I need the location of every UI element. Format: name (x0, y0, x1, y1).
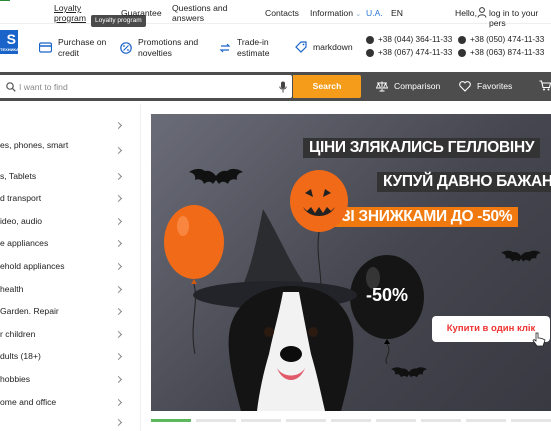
credit-card-icon (39, 42, 52, 53)
pager-dot[interactable] (376, 419, 416, 422)
nav-loyalty-program[interactable]: Loyalty program (54, 3, 86, 23)
tag-icon (295, 41, 307, 53)
comparison-link[interactable]: Comparison (376, 80, 440, 92)
pager-dot[interactable] (286, 419, 326, 422)
logo-subtext: ТЕХНИКА (0, 47, 19, 52)
vodafone-icon (458, 36, 466, 44)
banner-pager (151, 419, 551, 423)
promotions-link[interactable]: Promotions and novelties (120, 37, 198, 58)
cart-icon (539, 80, 551, 91)
lifecell-icon (458, 49, 466, 57)
pager-dot[interactable] (241, 419, 281, 422)
logo-letter: S (6, 31, 16, 47)
bat-icon (189, 168, 243, 184)
favorites-label: Favorites (477, 81, 513, 91)
balloon-discount-text: -50% (365, 285, 409, 305)
tradein-link[interactable]: Trade-in estimate (219, 37, 269, 58)
phone-number: +38 (044) 364-11-33 (378, 35, 453, 44)
phone-number: +38 (063) 874-11-33 (470, 48, 545, 57)
heart-icon (459, 80, 471, 92)
cart-link[interactable] (539, 80, 551, 91)
category-label: d transport (0, 193, 42, 203)
phone-vodafone-050[interactable]: +38 (050) 474-11-33 (458, 35, 544, 45)
nav-loyalty-line1: Loyalty (54, 3, 82, 13)
category-label: ehold appliances (0, 261, 65, 271)
nav-guarantee[interactable]: Guarantee (121, 8, 162, 18)
hand-cursor-icon (532, 332, 546, 347)
tradein-line2: estimate (237, 47, 270, 58)
phone-kyivstar-044[interactable]: +38 (044) 364-11-33 (366, 35, 452, 45)
exchange-icon (219, 43, 231, 52)
dog-illustration (228, 286, 354, 411)
nav-questions-line2: answers (172, 13, 204, 23)
category-label: ideo, audio (0, 216, 43, 226)
category-label: s, Tablets (0, 171, 37, 181)
category-label: hobbies (0, 374, 31, 384)
bat-icon (391, 367, 427, 378)
banner-headline-3: ЗІ ЗНИЖКАМИ ДО -50% (335, 207, 519, 227)
category-label: health (0, 284, 24, 294)
lang-ua[interactable]: U.A. (366, 8, 383, 18)
search-placeholder: I want to find (19, 82, 68, 92)
promo-banner[interactable]: ЦІНИ ЗЛЯКАЛИСЬ ГЕЛЛОВІНУ КУПУЙ ДАВНО БАЖ… (151, 114, 551, 411)
markdown-link[interactable]: markdown (295, 41, 353, 53)
tradein-line1: Trade-in (237, 37, 269, 47)
credit-line2: credit (58, 47, 80, 58)
banner-headline-1: ЦІНИ ЗЛЯКАЛИСЬ ГЕЛЛОВІНУ (303, 138, 541, 158)
percent-badge-icon (120, 41, 132, 54)
nav-information[interactable]: Information ⌄ (310, 8, 361, 20)
scales-icon (376, 81, 388, 91)
nav-contacts[interactable]: Contacts (265, 8, 299, 18)
phone-number: +38 (067) 474-11-33 (378, 48, 453, 57)
phone-lifecell-063[interactable]: +38 (063) 874-11-33 (458, 48, 544, 58)
phone-kyivstar-067[interactable]: +38 (067) 474-11-33 (366, 48, 452, 58)
nav-questions-answers[interactable]: Questions and answers (172, 3, 227, 23)
lang-en[interactable]: EN (391, 8, 403, 18)
category-label: Garden. Repair (0, 306, 59, 316)
top-bar: Loyalty program Loyalty program Guarante… (0, 0, 551, 28)
favorites-link[interactable]: Favorites (459, 80, 512, 92)
microphone-icon[interactable] (279, 81, 287, 93)
nav-loyalty-line2: program (54, 13, 86, 23)
category-label: r children (0, 329, 36, 339)
markdown-label: markdown (313, 41, 353, 52)
kyivstar-icon (366, 49, 374, 57)
pager-dot[interactable] (511, 419, 551, 422)
promotions-line1: Promotions and (138, 37, 199, 47)
greeting: Hello, (455, 8, 477, 18)
category-label: es, phones, smart (0, 140, 69, 150)
nav-information-label: Information (310, 8, 353, 18)
category-label: dults (18+) (0, 351, 41, 361)
chevron-down-icon: ⌄ (355, 11, 362, 18)
top-accent-line (0, 0, 10, 1)
phone-number: +38 (050) 474-11-33 (470, 35, 545, 44)
site-logo[interactable]: S ТЕХНИКА (0, 30, 19, 54)
promotions-line2: novelties (138, 47, 172, 58)
pager-dot[interactable] (466, 419, 506, 422)
search-button[interactable]: Search (293, 75, 361, 98)
search-icon (6, 82, 16, 92)
purchase-on-credit-link[interactable]: Purchase on credit (39, 37, 106, 58)
pager-dot[interactable] (151, 419, 191, 422)
bat-icon (501, 250, 541, 262)
pager-dot[interactable] (421, 419, 461, 422)
banner-headline-2: КУПУЙ ДАВНО БАЖАНЕ (377, 172, 551, 192)
search-input[interactable]: I want to find (0, 75, 292, 98)
pager-dot[interactable] (331, 419, 371, 422)
nav-questions-line1: Questions and (172, 3, 228, 13)
credit-line1: Purchase on (58, 37, 107, 47)
phone-icon (366, 36, 374, 44)
category-label: e appliances (0, 238, 49, 248)
pager-dot[interactable] (196, 419, 236, 422)
comparison-label: Comparison (394, 81, 441, 91)
login-link[interactable]: log in to your pers (489, 8, 551, 28)
category-label: ome and office (0, 397, 57, 407)
user-icon (477, 7, 487, 20)
